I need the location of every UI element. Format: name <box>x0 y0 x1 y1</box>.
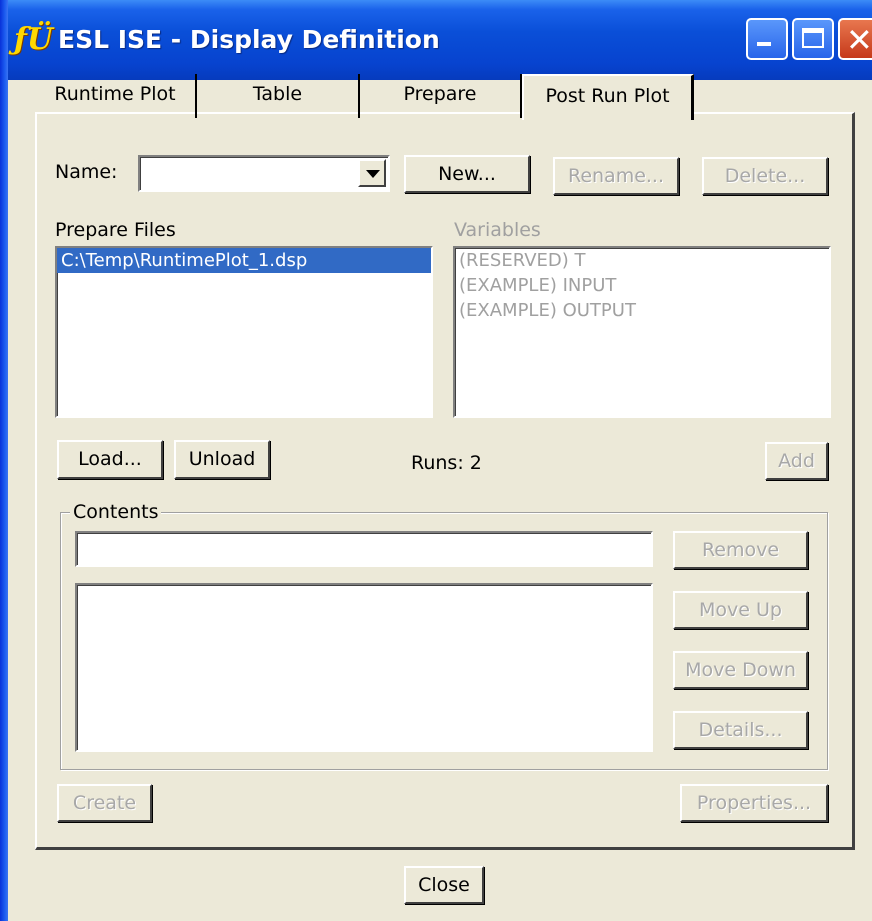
prepare-files-list[interactable]: C:\Temp\RuntimePlot_1.dsp <box>55 246 433 418</box>
minimize-icon <box>757 42 771 46</box>
variables-list[interactable]: (RESERVED) T (EXAMPLE) INPUT (EXAMPLE) O… <box>453 246 831 418</box>
variables-label: Variables <box>454 219 541 241</box>
unload-button[interactable]: Unload <box>174 440 270 479</box>
new-button[interactable]: New... <box>404 155 530 193</box>
close-icon: ✕ <box>846 21 872 59</box>
load-button[interactable]: Load... <box>57 440 163 479</box>
remove-button[interactable]: Remove <box>673 531 808 569</box>
display-definition-window: ƒÜ ESL ISE - Display Definition ✕ Runtim… <box>0 0 872 921</box>
close-button[interactable]: Close <box>404 866 484 904</box>
delete-button[interactable]: Delete... <box>702 157 828 195</box>
chevron-down-icon <box>366 170 380 178</box>
contents-field[interactable] <box>75 531 653 567</box>
tab-prepare[interactable]: Prepare <box>360 74 522 118</box>
contents-label: Contents <box>70 501 162 523</box>
maximize-icon <box>802 28 824 48</box>
move-up-button[interactable]: Move Up <box>673 591 808 629</box>
name-combobox[interactable] <box>138 155 390 192</box>
rename-button[interactable]: Rename... <box>553 157 679 195</box>
maximize-button[interactable] <box>792 18 834 60</box>
create-button[interactable]: Create <box>57 784 152 822</box>
list-item[interactable]: C:\Temp\RuntimePlot_1.dsp <box>57 248 431 273</box>
tab-runtime-plot[interactable]: Runtime Plot <box>35 74 197 118</box>
esl-app-icon: ƒÜ <box>14 22 54 57</box>
title-bar[interactable]: ƒÜ ESL ISE - Display Definition ✕ <box>0 0 872 80</box>
runs-count: Runs: 2 <box>411 452 482 474</box>
name-label: Name: <box>55 161 118 183</box>
minimize-button[interactable] <box>746 18 788 60</box>
tab-post-run-plot[interactable]: Post Run Plot <box>522 74 694 120</box>
combobox-dropdown-button[interactable] <box>358 159 386 187</box>
prepare-files-label: Prepare Files <box>55 219 176 241</box>
details-button[interactable]: Details... <box>673 711 808 749</box>
list-item[interactable]: (EXAMPLE) OUTPUT <box>455 298 829 323</box>
tab-table[interactable]: Table <box>197 74 360 118</box>
close-window-button[interactable]: ✕ <box>838 18 872 60</box>
properties-button[interactable]: Properties... <box>680 784 828 822</box>
add-button[interactable]: Add <box>765 442 828 480</box>
window-border <box>0 0 8 921</box>
move-down-button[interactable]: Move Down <box>673 651 808 689</box>
window-title: ESL ISE - Display Definition <box>58 25 440 54</box>
list-item[interactable]: (RESERVED) T <box>455 248 829 273</box>
list-item[interactable]: (EXAMPLE) INPUT <box>455 273 829 298</box>
contents-list[interactable] <box>75 583 653 752</box>
